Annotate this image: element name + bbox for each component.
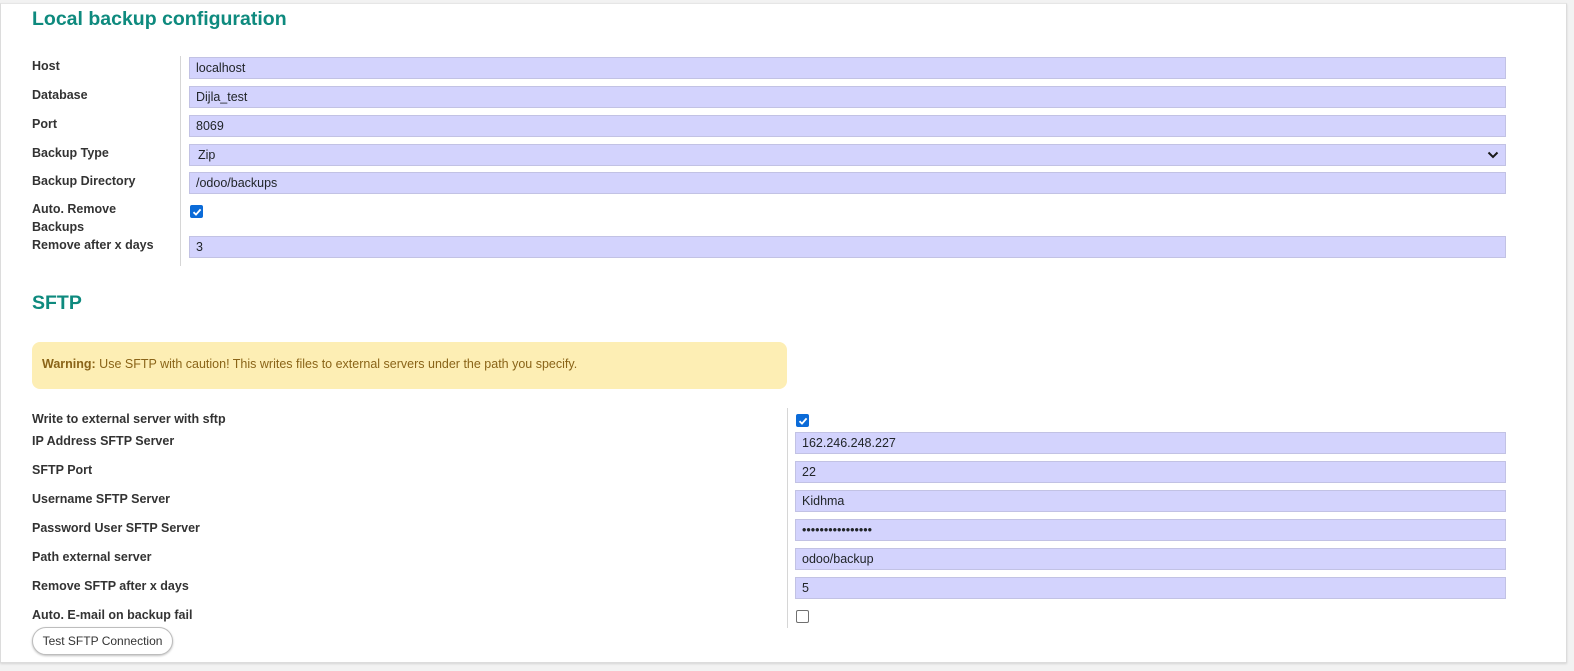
chevron-down-icon: [1487, 151, 1499, 159]
backup-directory-input[interactable]: [189, 172, 1506, 194]
sftp-email-checkbox[interactable]: [796, 610, 809, 623]
backup-config-form: Local backup configuration Host Database…: [0, 3, 1567, 663]
sftp-warning-banner: Warning: Use SFTP with caution! This wri…: [32, 342, 787, 389]
sftp-write-label: Write to external server with sftp: [32, 412, 226, 426]
sftp-username-input[interactable]: [795, 490, 1506, 512]
sftp-port-label: SFTP Port: [32, 463, 93, 477]
backup-type-label: Backup Type: [32, 146, 109, 160]
sftp-write-checkbox[interactable]: [796, 414, 809, 427]
auto-remove-checkbox[interactable]: [190, 205, 203, 218]
check-icon: [192, 208, 202, 216]
sftp-title: SFTP: [32, 292, 82, 314]
backup-directory-label: Backup Directory: [32, 174, 136, 188]
local-backup-title: Local backup configuration: [32, 8, 287, 30]
sftp-password-input[interactable]: [795, 519, 1506, 541]
sftp-path-label: Path external server: [32, 550, 152, 564]
sftp-password-label: Password User SFTP Server: [32, 521, 200, 535]
check-icon: [798, 417, 808, 425]
database-label: Database: [32, 88, 88, 102]
sftp-email-label: Auto. E-mail on backup fail: [32, 608, 193, 622]
auto-remove-label: Auto. Remove Backups: [32, 202, 117, 234]
remove-days-label: Remove after x days: [32, 238, 154, 252]
host-label: Host: [32, 59, 60, 73]
warning-strong: Warning:: [42, 357, 96, 371]
host-input[interactable]: [189, 57, 1506, 79]
sftp-ip-input[interactable]: [795, 432, 1506, 454]
remove-days-input[interactable]: [189, 236, 1506, 258]
sftp-remove-days-input[interactable]: [795, 577, 1506, 599]
sftp-ip-label: IP Address SFTP Server: [32, 434, 175, 448]
sftp-path-input[interactable]: [795, 548, 1506, 570]
local-label-divider: [180, 56, 181, 266]
warning-text: Use SFTP with caution! This writes files…: [95, 357, 578, 371]
test-sftp-connection-button[interactable]: Test SFTP Connection: [32, 627, 173, 655]
backup-type-value: Zip: [198, 148, 216, 162]
sftp-username-label: Username SFTP Server: [32, 492, 171, 506]
port-input[interactable]: [189, 115, 1506, 137]
database-input[interactable]: [189, 86, 1506, 108]
sftp-remove-days-label: Remove SFTP after x days: [32, 579, 189, 593]
port-label: Port: [32, 117, 57, 131]
sftp-label-divider: [787, 408, 788, 628]
sftp-port-input[interactable]: [795, 461, 1506, 483]
backup-type-select[interactable]: Zip: [189, 144, 1506, 166]
